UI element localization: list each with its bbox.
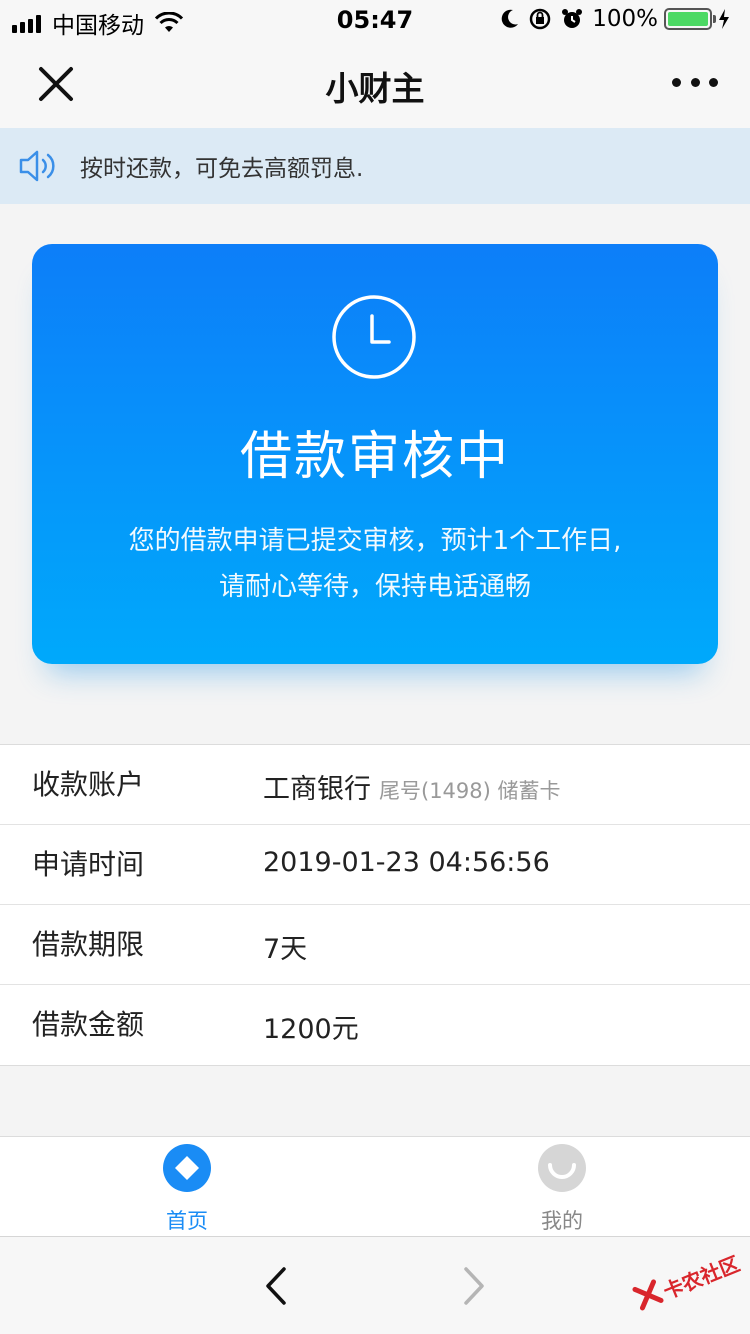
alarm-icon [562,9,583,28]
info-row-amount: 借款金额 1200元 [0,985,750,1065]
info-row-apply-time: 申请时间 2019-01-23 04:56:56 [0,825,750,905]
battery-icon [664,8,716,30]
watermark-logo: 卡农社区 [625,1235,750,1334]
info-row-term: 借款期限 7天 [0,905,750,985]
tab-home-label: 首页 [166,1209,208,1233]
tab-bar: 首页 我的 [0,1136,750,1236]
info-value: 2019-01-23 04:56:56 [263,847,550,878]
card-tail-info: 尾号(1498) 储蓄卡 [379,779,561,803]
more-icon[interactable] [672,78,718,90]
loan-info-list: 收款账户 工商银行 尾号(1498) 储蓄卡 申请时间 2019-01-23 04… [0,744,750,1066]
status-title: 借款审核中 [239,427,510,487]
info-value: 7天 [263,934,308,965]
info-value: 1200元 [263,1014,359,1045]
status-description: 您的借款申请已提交审核，预计1个工作日, 请耐心等待，保持电话通畅 [32,518,718,610]
charging-icon [719,9,729,29]
info-label: 收款账户 [32,768,145,801]
info-label: 申请时间 [32,848,145,881]
page-title: 小财主 [325,69,425,108]
info-row-account: 收款账户 工商银行 尾号(1498) 储蓄卡 [0,745,750,825]
clock-icon [332,295,416,379]
speaker-icon [19,150,55,182]
home-diamond-icon [163,1144,211,1192]
tab-mine[interactable]: 我的 [482,1143,642,1235]
bank-name: 工商银行 [263,774,371,805]
notice-banner: 按时还款，可免去高额罚息. [0,128,750,204]
notice-text: 按时还款，可免去高额罚息. [80,156,364,182]
profile-smile-icon [538,1144,586,1192]
chevron-left-icon[interactable] [258,1263,294,1309]
nav-bar: 小财主 [0,40,750,128]
info-label: 借款期限 [32,928,145,961]
tab-home[interactable]: 首页 [107,1143,267,1235]
battery-percent: 100% [592,6,658,32]
status-desc-line-2: 请耐心等待，保持电话通畅 [218,572,531,602]
watermark-text: 卡农社区 [659,1251,743,1304]
info-label: 借款金额 [32,1008,145,1041]
browser-toolbar: 卡农社区 [0,1236,750,1334]
status-right: 100% [500,6,738,32]
loan-status-card: 借款审核中 您的借款申请已提交审核，预计1个工作日, 请耐心等待，保持电话通畅 [32,244,718,664]
tab-mine-label: 我的 [541,1209,583,1233]
moon-icon [501,9,519,28]
info-value: 工商银行 尾号(1498) 储蓄卡 [263,767,561,806]
status-desc-line-1: 您的借款申请已提交审核，预计1个工作日, [128,526,622,556]
chevron-right-icon[interactable] [456,1263,492,1309]
status-bar: 中国移动 05:47 100% [0,0,750,40]
rotation-lock-icon [529,8,551,30]
